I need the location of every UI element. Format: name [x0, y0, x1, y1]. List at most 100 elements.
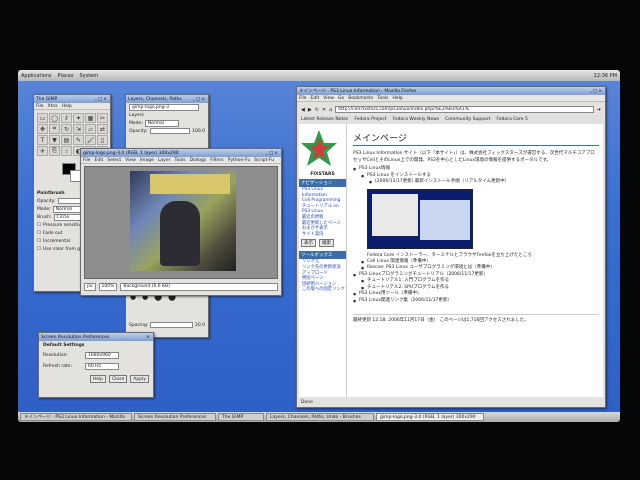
back-icon[interactable]: ◀	[301, 107, 305, 113]
scale-icon[interactable]: ⇲	[73, 124, 84, 134]
img-menu-edit[interactable]: Edit	[95, 158, 104, 163]
flip-icon[interactable]: ⇄	[97, 124, 108, 134]
window-controls-icon[interactable]: _□×	[590, 89, 603, 94]
panel-clock[interactable]: 22:36 PM	[594, 73, 617, 79]
ff-menu-go[interactable]: Go	[338, 96, 344, 101]
menu-system[interactable]: System	[79, 73, 98, 79]
zoom-select[interactable]: 100%	[98, 282, 118, 291]
rect-select-icon[interactable]: ▭	[37, 113, 48, 123]
refresh-select[interactable]: 60 Hz	[85, 363, 119, 370]
toolbox-menu-help[interactable]: Help	[62, 104, 72, 109]
window-controls-icon[interactable]: _□×	[266, 151, 279, 156]
img-menu-python[interactable]: Python-Fu	[228, 158, 250, 163]
move-icon[interactable]: ✥	[37, 124, 48, 134]
help-button[interactable]: Help	[89, 375, 107, 383]
rotate-icon[interactable]: ↻	[61, 124, 72, 134]
ff-menu-tools[interactable]: Tools	[377, 96, 388, 101]
list-item[interactable]: (2006/11/17更新) 最新インストール手順（リアルタイム更新中）	[369, 179, 599, 186]
go-icon[interactable]: ➜	[597, 107, 601, 113]
image-titlebar[interactable]: gimp-logo.png-3.0 (RGB, 1 layer) 300x290…	[81, 149, 281, 157]
bookmark-fedora-weekly[interactable]: Fedora Weekly News	[393, 117, 440, 122]
bucket-icon[interactable]: ▼	[49, 135, 60, 145]
crop-icon[interactable]: ⌗	[49, 124, 60, 134]
toolbox-menu-file[interactable]: File	[36, 104, 44, 109]
img-menu-layer[interactable]: Layer	[158, 158, 171, 163]
resolution-select[interactable]: 1680x960	[85, 352, 119, 359]
img-menu-image[interactable]: Image	[140, 158, 154, 163]
stop-icon[interactable]: ✕	[322, 107, 326, 113]
img-menu-view[interactable]: View	[125, 158, 136, 163]
search-button[interactable]: 検索	[319, 239, 334, 248]
toolbox-menu-xtns[interactable]: Xtns	[48, 104, 58, 109]
scissors-icon[interactable]: ✂	[97, 113, 108, 123]
toolbox-titlebar[interactable]: The GIMP _□×	[34, 95, 110, 103]
bookmark-release-notes[interactable]: Latest Release Notes	[301, 117, 348, 122]
task-gimp[interactable]: The GIMP	[218, 413, 264, 421]
ellipse-select-icon[interactable]: ◯	[49, 113, 60, 123]
clone-icon[interactable]: ⎘	[49, 146, 60, 156]
ff-menu-view[interactable]: View	[323, 96, 334, 101]
unit-select[interactable]: px	[84, 282, 96, 291]
view-button[interactable]: 表示	[301, 239, 316, 248]
layer-opacity-slider[interactable]	[149, 128, 191, 134]
fuzzy-select-icon[interactable]: ✦	[73, 113, 84, 123]
mode-label: Mode:	[37, 206, 51, 212]
apply-button[interactable]: Apply	[130, 375, 149, 383]
img-menu-tools[interactable]: Tools	[174, 158, 185, 163]
image-select[interactable]: gimp-logo.png-3	[129, 103, 199, 111]
ff-menu-help[interactable]: Help	[392, 96, 402, 101]
firefox-titlebar[interactable]: メインページ - PS3 Linux Information - Mozilla…	[297, 87, 605, 95]
menu-places[interactable]: Places	[58, 73, 74, 79]
tool-link-1[interactable]: リンク先の更新状況	[299, 265, 346, 271]
airbrush-icon[interactable]: ✈	[37, 146, 48, 156]
layer-mode-select[interactable]: Normal	[144, 119, 179, 127]
task-firefox[interactable]: メインページ - PS3 Linux Information - Mozilla	[20, 413, 132, 421]
img-menu-file[interactable]: File	[83, 158, 91, 163]
nav-link-1[interactable]: Cell Programming チュートリアル on PS3 Linux	[299, 198, 346, 215]
wiki-sidebar: FIXSTARS ナビゲーション PS3 Linux Information C…	[299, 124, 347, 397]
ff-menu-edit[interactable]: Edit	[311, 96, 320, 101]
img-menu-dialogs[interactable]: Dialogs	[190, 158, 207, 163]
dialog-close-icon[interactable]: ×	[146, 335, 151, 340]
menu-applications[interactable]: Applications	[21, 73, 52, 79]
task-layers[interactable]: Layers, Channels, Paths, Undo - Brushes	[266, 413, 374, 421]
bookmark-community[interactable]: Community Support	[445, 117, 490, 122]
bookmark-fedora-core[interactable]: Fedora Core 5	[496, 117, 527, 122]
bookmark-fedora-project[interactable]: Fedora Project	[354, 117, 386, 122]
window-controls-icon[interactable]: _□×	[95, 97, 108, 102]
img-menu-filters[interactable]: Filters	[210, 158, 224, 163]
home-icon[interactable]: ⌂	[329, 107, 332, 113]
shear-icon[interactable]: ▱	[85, 124, 96, 134]
text-icon[interactable]: T	[37, 135, 48, 145]
smudge-icon[interactable]: ☝	[61, 146, 72, 156]
img-menu-select[interactable]: Select	[107, 158, 121, 163]
image-select-row: gimp-logo.png-3	[126, 103, 208, 111]
gradient-icon[interactable]: ▤	[61, 135, 72, 145]
tool-link-5[interactable]: この版への固定リンク	[299, 287, 346, 293]
spacing-value[interactable]: 20.0	[195, 323, 205, 328]
eraser-icon[interactable]: ▯	[97, 135, 108, 145]
fixstars-logo-icon[interactable]	[299, 128, 339, 168]
task-image[interactable]: gimp-logo.png-3.0 (RGB, 1 layer) 300x290	[376, 413, 484, 421]
close-button[interactable]: Close	[109, 375, 128, 383]
forward-icon[interactable]: ▶	[308, 107, 312, 113]
list-item[interactable]: PS3 Linux関連リンク集（2006/11/17更新）	[353, 298, 599, 305]
spacing-slider[interactable]	[150, 322, 193, 328]
url-input[interactable]: http://cell.fixstars.com/ps3linux/index.…	[335, 106, 594, 113]
brush-icon[interactable]: 🖌	[85, 135, 96, 145]
ff-menu-file[interactable]: File	[299, 96, 307, 101]
screenshot-thumbnail[interactable]	[367, 188, 473, 249]
reload-icon[interactable]: ↻	[315, 107, 319, 113]
lasso-icon[interactable]: ℓ	[61, 113, 72, 123]
window-controls-icon[interactable]: _□×	[193, 97, 206, 102]
ff-menu-bookmarks[interactable]: Bookmarks	[348, 96, 373, 101]
img-menu-script[interactable]: Script-Fu	[254, 158, 274, 163]
layers-titlebar[interactable]: Layers, Channels, Paths _□×	[126, 95, 208, 103]
color-select-icon[interactable]: ▦	[85, 113, 96, 123]
dialog-titlebar[interactable]: Screen Resolution Preferences ×	[39, 333, 153, 341]
nav-link-0[interactable]: PS3 Linux Information	[299, 187, 346, 198]
layer-opacity-value[interactable]: 100.0	[192, 129, 205, 134]
task-screen-resolution[interactable]: Screen Resolution Preferences	[134, 413, 216, 421]
image-canvas[interactable]	[84, 166, 278, 279]
pencil-icon[interactable]: ✎	[73, 135, 84, 145]
